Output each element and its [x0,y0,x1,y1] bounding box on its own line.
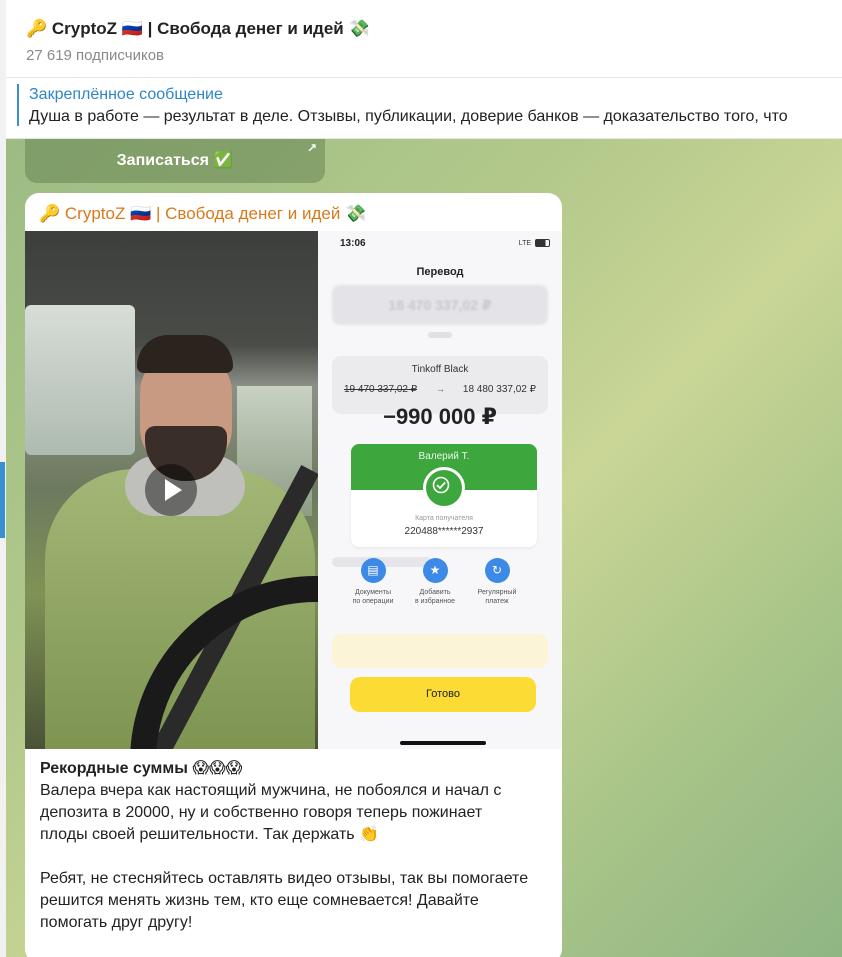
subscribe-button-label: Записаться ✅ [116,152,234,169]
car-window [25,305,135,455]
balance-to: 18 480 337,02 ₽ [462,384,536,395]
blurred-button [332,634,548,668]
message-line: Ребят, не стесняйтесь оставлять видео от… [40,870,529,887]
transfer-actions: ▤ Документы по операции ★ Добавить в изб… [340,558,540,628]
message-title: Рекордные суммы 😱😱😱 [40,760,243,777]
message-media: 13:06 LTE Перевод 18 470 337,02 ₽ Tinkof… [25,231,562,749]
home-indicator [400,741,486,745]
action-label-line: Документы [354,589,392,596]
done-button[interactable]: Готово [350,677,536,712]
pinned-text: Душа в работе — результат в деле. Отзывы… [29,108,788,125]
left-panel-scroll-indicator [0,462,5,538]
network-label: LTE [518,239,532,247]
message-text: Рекордные суммы 😱😱😱 Валера вчера как нас… [40,758,550,934]
message-line: плоды своей решительности. Так держать 👏 [40,826,379,843]
checkmark-icon [423,467,465,509]
phone-time: 13:06 [340,238,366,249]
pinned-label: Закреплённое сообщение [29,86,223,103]
chat-header[interactable]: 🔑 CryptoZ 🇷🇺 | Свобода денег и идей 💸 27… [6,0,842,78]
message-line: Валера вчера как настоящий мужчина, не п… [40,782,502,799]
channel-title[interactable]: 🔑 CryptoZ 🇷🇺 | Свобода денег и идей 💸 [26,19,370,39]
repeat-icon: ↻ [484,558,510,583]
documents-action[interactable]: ▤ Документы по операции [340,558,406,606]
blurred-indicator [428,332,452,338]
document-icon: ▤ [360,558,386,583]
message-bubble: 🔑 CryptoZ 🇷🇺 | Свобода денег и идей 💸 13… [25,193,562,957]
video-thumbnail[interactable] [25,231,318,749]
action-label-line: Добавить [419,589,451,596]
arrow-right-icon: → [436,384,445,394]
external-link-icon: ↗ [306,141,317,155]
person-hair [137,335,233,373]
pinned-indicator [17,84,19,126]
bank-screenshot[interactable]: 13:06 LTE Перевод 18 470 337,02 ₽ Tinkof… [318,231,562,749]
card-number: 220488******2937 [404,526,484,537]
card-label: Карта получателя [415,515,473,522]
favorite-action[interactable]: ★ Добавить в избранное [402,558,468,606]
action-label-line: по операции [352,598,394,605]
star-icon: ★ [422,558,448,583]
phone-status-bar: LTE [519,239,550,247]
action-label: Регулярный платеж [464,588,530,606]
play-icon[interactable] [145,464,197,516]
blurred-amount: 18 470 337,02 ₽ [332,285,548,325]
battery-icon [535,239,550,247]
subscriber-count: 27 619 подписчиков [26,47,165,64]
action-label-line: Регулярный [477,589,517,596]
action-label: Добавить в избранное [402,588,468,606]
transfer-amount: −990 000 ₽ [383,404,497,429]
chat-area: Записаться ✅ ↗ 🔑 CryptoZ 🇷🇺 | Свобода де… [6,139,842,957]
action-label-line: платеж [485,598,509,605]
pinned-message-bar[interactable]: Закреплённое сообщение Душа в работе — р… [6,78,842,139]
message-line: помогать друг другу! [40,914,193,931]
message-author[interactable]: 🔑 CryptoZ 🇷🇺 | Свобода денег и идей 💸 [39,204,366,224]
message-line: депозита в 20000, ну и собственно говоря… [40,804,483,821]
balance-from: 19 470 337,02 ₽ [344,384,418,395]
action-label-line: в избранное [414,598,456,605]
recipient-name: Валерий Т. [418,451,470,462]
transfer-title: Перевод [416,266,464,278]
message-line: решится менять жизнь тем, кто еще сомнев… [40,892,479,909]
action-label: Документы по операции [340,588,406,606]
subscribe-button[interactable]: Записаться ✅ ↗ [25,139,325,183]
bank-name: Tinkoff Black [411,364,469,375]
regular-payment-action[interactable]: ↻ Регулярный платеж [464,558,530,606]
